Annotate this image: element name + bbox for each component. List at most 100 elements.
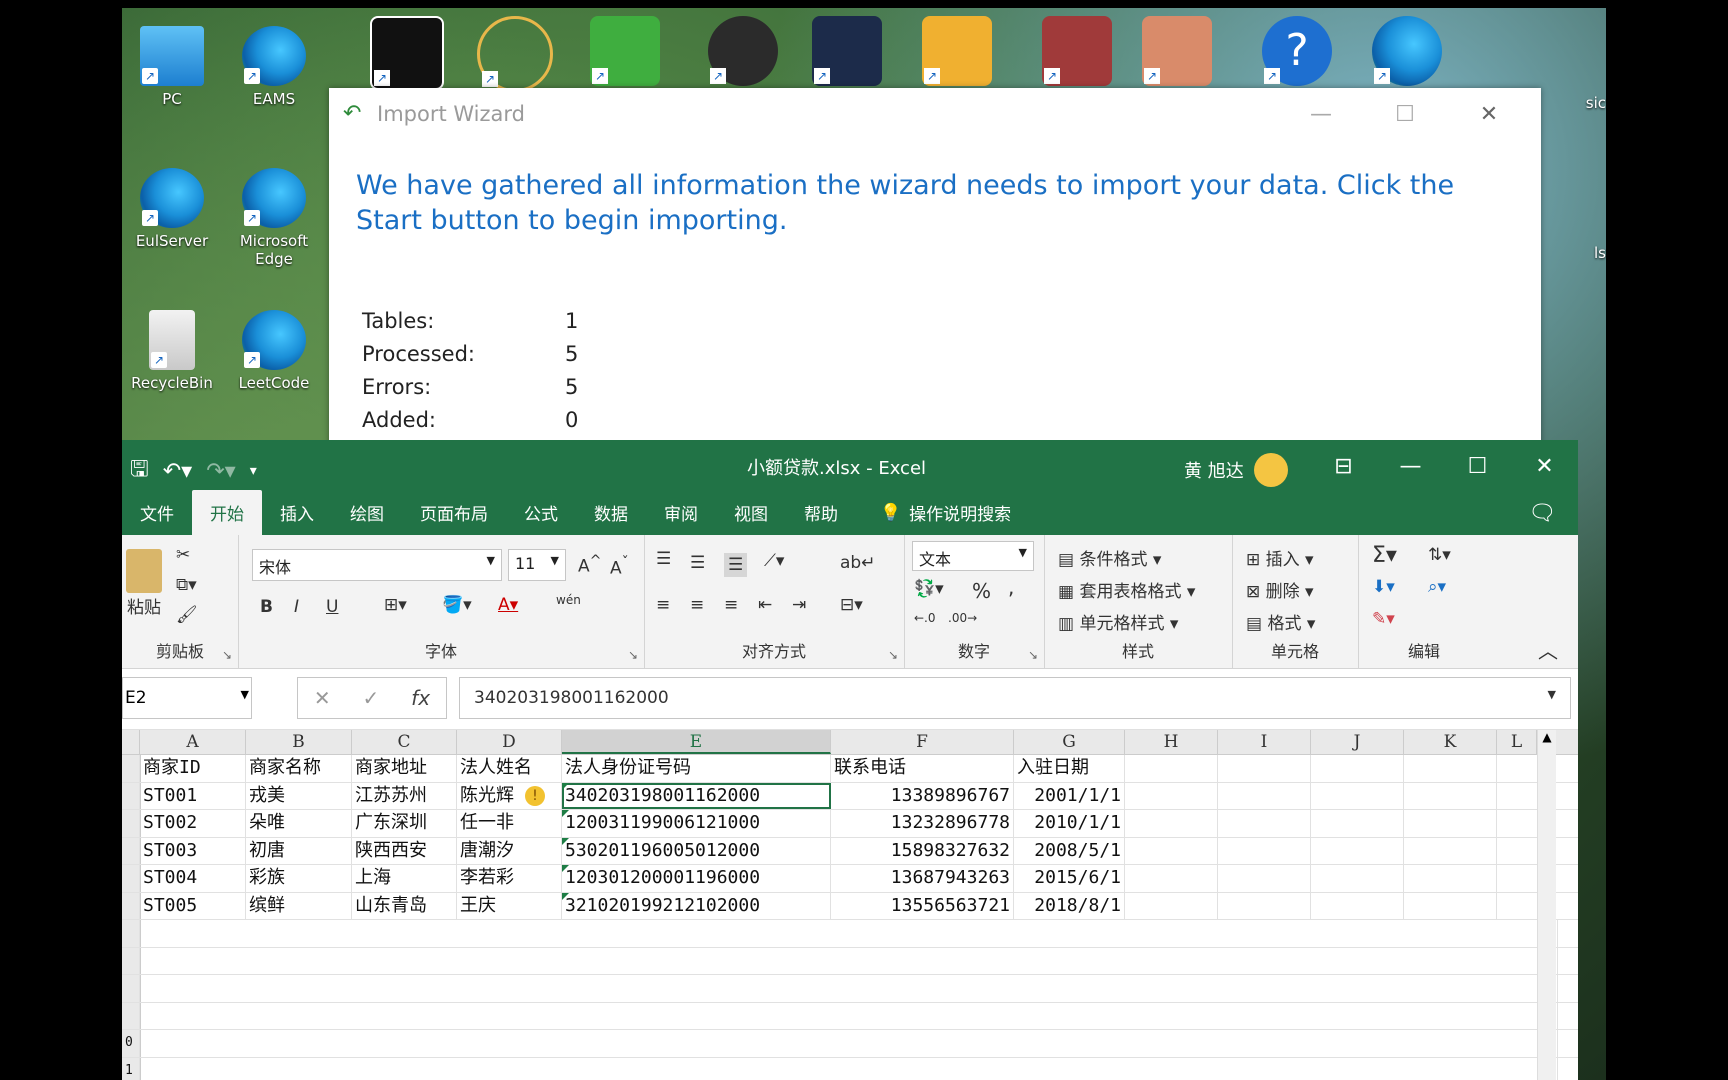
align-top-icon[interactable]: ☰ [656, 549, 671, 569]
border-icon[interactable]: ⊞▾ [384, 595, 407, 615]
row-number[interactable] [122, 892, 140, 919]
underline-button[interactable]: U [326, 597, 338, 617]
number-format-select[interactable]: 文本 ▼ [912, 541, 1034, 571]
cell[interactable]: 2001/1/1 [1014, 782, 1125, 809]
tab-page-layout[interactable]: 页面布局 [402, 500, 506, 535]
italic-button[interactable]: I [294, 597, 299, 617]
fill-icon[interactable]: ⬇▾ [1372, 577, 1395, 597]
column-header[interactable]: K [1404, 730, 1497, 754]
maximize-button[interactable]: ☐ [1363, 96, 1447, 132]
cell[interactable]: ST005 [140, 892, 246, 919]
cell[interactable]: 法人身份证号码 [562, 755, 831, 782]
cell[interactable]: 联系电话 [831, 755, 1014, 782]
cell[interactable]: 2010/1/1 [1014, 810, 1125, 837]
row-number[interactable]: 0 [122, 1030, 140, 1057]
cell[interactable]: 2015/6/1 [1014, 865, 1125, 892]
find-select-icon[interactable]: ⌕▾ [1428, 577, 1446, 597]
cell[interactable] [1404, 755, 1497, 782]
cell[interactable] [1218, 892, 1311, 919]
column-header[interactable]: G [1014, 730, 1125, 754]
scroll-up-icon[interactable]: ▲ [1538, 730, 1556, 744]
cell[interactable]: 任一非 [457, 810, 562, 837]
orientation-icon[interactable]: ⟋▾ [764, 551, 784, 571]
desktop-icon-recyclebin[interactable]: RecycleBin [122, 310, 222, 392]
cell[interactable] [1218, 865, 1311, 892]
merge-center-icon[interactable]: ⊟▾ [840, 595, 863, 615]
column-header[interactable]: H [1125, 730, 1218, 754]
cell[interactable]: 戎美 [246, 782, 352, 809]
selected-cell[interactable]: 340203198001162000 [562, 782, 831, 809]
cell[interactable] [1311, 865, 1404, 892]
cell[interactable]: 江苏苏州 [352, 782, 457, 809]
cell[interactable] [1404, 892, 1497, 919]
column-header[interactable]: C [352, 730, 457, 754]
align-center-icon[interactable]: ≡ [690, 595, 704, 615]
desktop-icon-right-2[interactable]: ls [1562, 244, 1606, 262]
column-header[interactable]: E [562, 730, 831, 754]
row-number[interactable] [122, 782, 140, 809]
fill-color-icon[interactable]: 🪣▾ [442, 595, 472, 615]
cell[interactable]: 王庆 [457, 892, 562, 919]
delete-cells-button[interactable]: ⊠ 删除 ▾ [1246, 577, 1314, 602]
cell[interactable] [1311, 892, 1404, 919]
copy-icon[interactable]: ⧉▾ [176, 575, 197, 595]
increase-decimal-icon[interactable]: ←.0 [914, 611, 936, 625]
user-account[interactable]: 黄 旭达 [1184, 453, 1288, 487]
autosum-icon[interactable]: Σ▾ [1372, 543, 1397, 568]
dialog-launcher-icon[interactable]: ↘ [888, 648, 898, 662]
empty-row[interactable] [140, 947, 1558, 974]
cell[interactable]: ST001 [140, 782, 246, 809]
cell[interactable]: 13389896767 [831, 782, 1014, 809]
align-middle-icon[interactable]: ☰ [690, 553, 705, 573]
edge-top-icon[interactable] [1372, 16, 1442, 86]
redo-icon[interactable]: ↷▾ [206, 459, 235, 484]
desktop-icon-leetcode[interactable]: LeetCode [224, 310, 324, 392]
font-size-select[interactable]: 11 ▼ [508, 549, 566, 581]
anime-app-icon[interactable] [1142, 16, 1212, 86]
empty-row[interactable] [140, 1057, 1558, 1080]
increase-indent-icon[interactable]: ⇥ [792, 595, 806, 615]
tell-me-search[interactable]: 💡 操作说明搜索 [856, 500, 1011, 535]
desktop-icon-eulserver[interactable]: EulServer [122, 168, 222, 250]
cell[interactable]: 120301200001196000 [562, 865, 831, 892]
dialog-launcher-icon[interactable]: ↘ [222, 648, 232, 662]
cell[interactable] [1404, 782, 1497, 809]
wrap-text-icon[interactable]: ab↵ [840, 553, 875, 573]
align-right-icon[interactable]: ≡ [724, 595, 738, 615]
empty-row[interactable] [140, 1002, 1558, 1029]
tab-help[interactable]: 帮助 [786, 500, 856, 535]
column-header[interactable]: J [1311, 730, 1404, 754]
cell[interactable]: ST002 [140, 810, 246, 837]
cell[interactable]: 陕西西安 [352, 837, 457, 864]
cell[interactable]: 初唐 [246, 837, 352, 864]
cell[interactable]: 2008/5/1 [1014, 837, 1125, 864]
cell[interactable]: 广东深圳 [352, 810, 457, 837]
decrease-decimal-icon[interactable]: .00→ [948, 611, 977, 625]
font-name-select[interactable]: 宋体 ▼ [252, 549, 502, 581]
empty-row[interactable] [140, 975, 1558, 1002]
jetbrains-icon[interactable] [370, 16, 444, 90]
cell[interactable] [1404, 865, 1497, 892]
cell[interactable]: 13687943263 [831, 865, 1014, 892]
collapse-ribbon-icon[interactable]: ︿ [1538, 635, 1558, 664]
cell[interactable]: 李若彩 [457, 865, 562, 892]
cell[interactable]: 120031199006121000 [562, 810, 831, 837]
column-header[interactable]: L [1497, 730, 1537, 754]
row-number[interactable] [122, 947, 140, 974]
row-number[interactable] [122, 1002, 140, 1029]
tab-draw[interactable]: 绘图 [332, 500, 402, 535]
cell[interactable]: 唐潮汐 [457, 837, 562, 864]
undo-icon[interactable]: ↶▾ [163, 459, 192, 484]
cell[interactable] [1218, 755, 1311, 782]
save-icon[interactable]: 🖫 [130, 452, 149, 490]
qc-icon[interactable] [590, 16, 660, 86]
format-as-table-button[interactable]: ▦ 套用表格格式 ▾ [1058, 577, 1195, 602]
close-button[interactable]: ✕ [1511, 440, 1578, 493]
desktop-icon-right[interactable]: sic [1562, 94, 1606, 112]
cell-styles-button[interactable]: ▥ 单元格样式 ▾ [1058, 609, 1178, 634]
vertical-scrollbar[interactable]: ▲ [1537, 730, 1556, 1080]
insert-function-icon[interactable]: fx [411, 686, 430, 710]
formula-bar-input[interactable]: 340203198001162000 ▼ [459, 677, 1571, 719]
empty-row[interactable] [140, 1030, 1558, 1057]
cell[interactable]: 陈光辉! [457, 782, 562, 809]
